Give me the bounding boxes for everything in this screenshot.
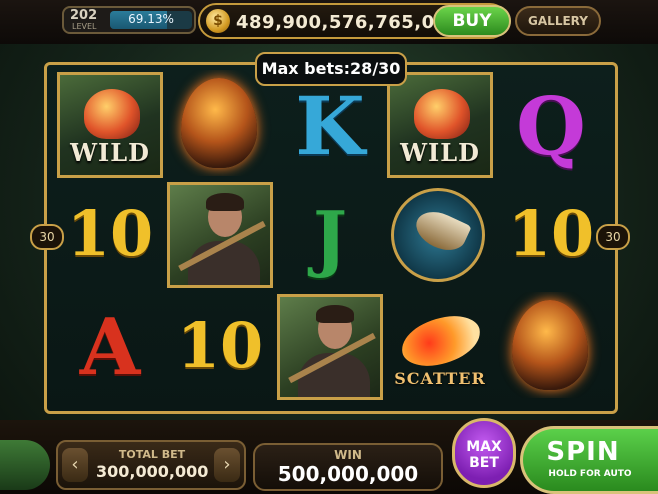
q-symbol: Q xyxy=(498,76,604,182)
a-letter: A xyxy=(79,302,141,393)
archer-symbol xyxy=(167,182,273,288)
decrease-bet-button[interactable]: ‹ xyxy=(62,448,88,482)
ten-text: 10 xyxy=(507,197,595,270)
k-symbol: K xyxy=(277,76,383,182)
spin-button[interactable]: SPIN HOLD FOR AUTO xyxy=(520,426,658,494)
payline-count-left: 30 xyxy=(30,224,64,250)
scatter-label: SCATTER xyxy=(394,369,486,388)
level-indicator[interactable]: 202 LEVEL 69.13% xyxy=(62,6,196,34)
total-bet-value: 300,000,000 xyxy=(96,462,209,481)
fire-feather-icon xyxy=(397,311,485,371)
gallery-button[interactable]: GALLERY xyxy=(515,6,601,36)
ten-text: 10 xyxy=(176,309,264,382)
archer-hair xyxy=(316,305,354,323)
total-bet-label: TOTAL BET xyxy=(118,448,186,461)
coin-icon: $ xyxy=(206,9,230,33)
balance-value: 489,900,576,765,000 xyxy=(236,12,461,33)
spin-label: SPIN xyxy=(546,437,620,467)
dragon-egg-symbol xyxy=(167,70,273,176)
max-bets-banner: Max bets:28/30 xyxy=(255,52,407,86)
max-bet-line2: BET xyxy=(469,455,499,471)
a-symbol: A xyxy=(57,298,163,404)
archer-hair xyxy=(206,193,244,211)
ten-symbol-3: 10 xyxy=(167,296,273,402)
wild-symbol: WILD xyxy=(57,72,163,178)
level-progress-bar: 69.13% xyxy=(110,11,192,29)
win-value: 500,000,000 xyxy=(277,462,419,486)
wild-symbol-2: WILD xyxy=(387,72,493,178)
level-label: LEVEL xyxy=(72,22,97,31)
ten-symbol: 10 xyxy=(57,184,163,290)
j-symbol: J xyxy=(277,186,383,292)
ten-text: 10 xyxy=(66,197,154,270)
payline-count-right: 30 xyxy=(596,224,630,250)
egg-icon xyxy=(181,78,257,168)
horn-symbol xyxy=(387,184,493,290)
q-letter: Q xyxy=(516,79,586,173)
phoenix-icon xyxy=(84,89,140,139)
increase-bet-button[interactable]: › xyxy=(214,448,240,482)
archer-symbol-2 xyxy=(277,294,383,400)
spin-sublabel: HOLD FOR AUTO xyxy=(548,469,632,479)
max-bet-button[interactable]: MAX BET xyxy=(452,418,516,488)
phoenix-icon xyxy=(414,89,470,139)
egg-icon xyxy=(512,300,588,390)
k-letter: K xyxy=(295,79,365,173)
max-bet-line1: MAX xyxy=(466,439,502,455)
wild-label: WILD xyxy=(70,138,150,167)
level-number: 202 xyxy=(70,8,98,23)
win-label: WIN xyxy=(334,448,362,462)
j-letter: J xyxy=(312,195,348,280)
wild-label: WILD xyxy=(400,138,480,167)
menu-tab[interactable] xyxy=(0,440,50,490)
dragon-egg-symbol-2 xyxy=(498,292,604,398)
buy-button[interactable]: BUY xyxy=(433,5,511,37)
level-percent: 69.13% xyxy=(128,12,174,26)
scatter-symbol: SCATTER xyxy=(387,296,493,402)
ten-symbol-2: 10 xyxy=(498,184,604,290)
